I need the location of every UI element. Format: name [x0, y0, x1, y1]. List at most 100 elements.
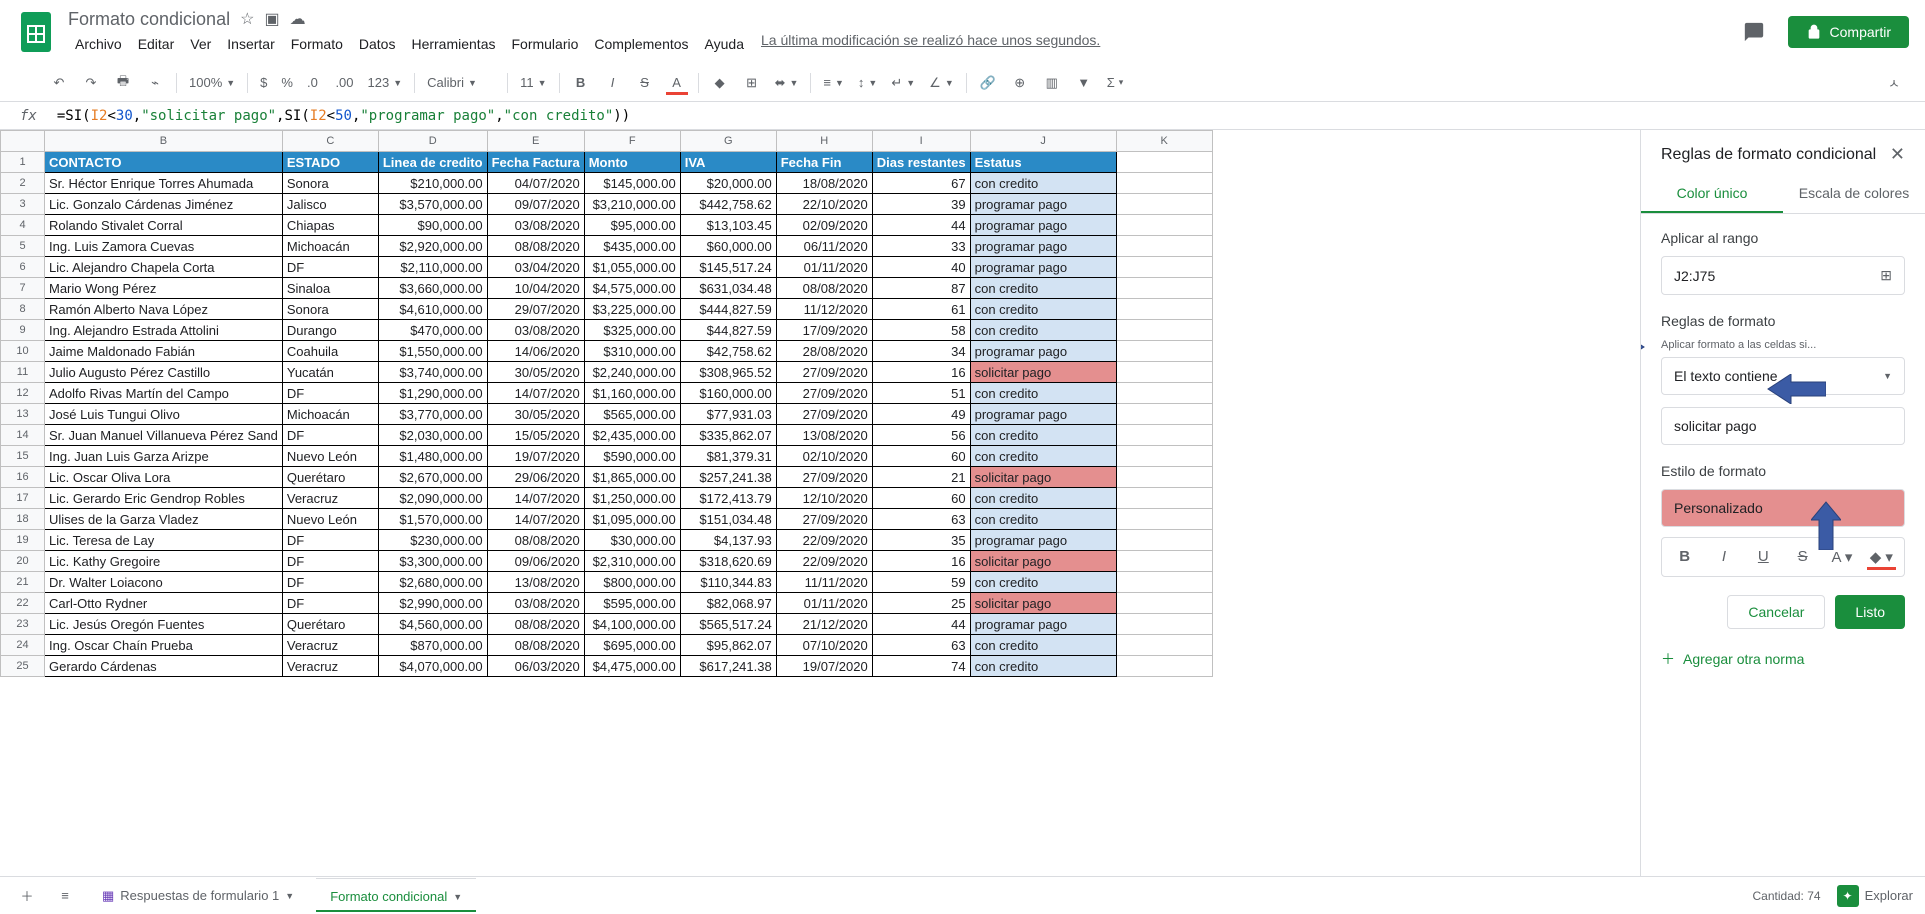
- cell[interactable]: programar pago: [970, 341, 1116, 362]
- row-header[interactable]: 6: [1, 257, 45, 278]
- font-size-select[interactable]: 11▼: [514, 75, 552, 90]
- column-header[interactable]: B: [45, 131, 283, 152]
- header-cell[interactable]: IVA: [680, 152, 776, 173]
- cell[interactable]: $44,827.59: [680, 320, 776, 341]
- cell[interactable]: 09/06/2020: [487, 551, 584, 572]
- row-header[interactable]: 25: [1, 656, 45, 677]
- cell[interactable]: [1116, 509, 1212, 530]
- cell[interactable]: [1116, 236, 1212, 257]
- cell[interactable]: $617,241.38: [680, 656, 776, 677]
- filter-icon[interactable]: ▼: [1069, 69, 1099, 97]
- cell[interactable]: 25: [872, 593, 970, 614]
- row-header[interactable]: 22: [1, 593, 45, 614]
- cell[interactable]: [1116, 488, 1212, 509]
- cell[interactable]: con credito: [970, 488, 1116, 509]
- cell[interactable]: con credito: [970, 278, 1116, 299]
- cell[interactable]: 11/12/2020: [776, 299, 872, 320]
- cell[interactable]: $318,620.69: [680, 551, 776, 572]
- row-header[interactable]: 13: [1, 404, 45, 425]
- cell[interactable]: $81,379.31: [680, 446, 776, 467]
- cell[interactable]: $2,090,000.00: [378, 488, 487, 509]
- cell[interactable]: $13,103.45: [680, 215, 776, 236]
- menu-formato[interactable]: Formato: [284, 32, 350, 56]
- cell[interactable]: Gerardo Cárdenas: [45, 656, 283, 677]
- cell[interactable]: $230,000.00: [378, 530, 487, 551]
- cell[interactable]: [1116, 467, 1212, 488]
- cell[interactable]: [1116, 425, 1212, 446]
- cell[interactable]: [1116, 593, 1212, 614]
- cell[interactable]: $335,862.07: [680, 425, 776, 446]
- cell[interactable]: $2,990,000.00: [378, 593, 487, 614]
- cell[interactable]: 14/07/2020: [487, 383, 584, 404]
- row-header[interactable]: 10: [1, 341, 45, 362]
- paint-format-icon[interactable]: ⌁: [140, 69, 170, 97]
- fill-color-button[interactable]: ◆ ▾: [1863, 542, 1900, 572]
- cell[interactable]: $3,570,000.00: [378, 194, 487, 215]
- row-header[interactable]: 12: [1, 383, 45, 404]
- cell[interactable]: $145,517.24: [680, 257, 776, 278]
- cell[interactable]: $20,000.00: [680, 173, 776, 194]
- cell[interactable]: [1116, 257, 1212, 278]
- cell[interactable]: 16: [872, 362, 970, 383]
- cell[interactable]: 27/09/2020: [776, 509, 872, 530]
- cell[interactable]: Querétaro: [282, 614, 378, 635]
- cell[interactable]: solicitar pago: [970, 467, 1116, 488]
- cell[interactable]: [1116, 341, 1212, 362]
- cell[interactable]: 44: [872, 614, 970, 635]
- cell[interactable]: 40: [872, 257, 970, 278]
- cell[interactable]: 30/05/2020: [487, 404, 584, 425]
- cell[interactable]: $590,000.00: [584, 446, 680, 467]
- cell[interactable]: $1,570,000.00: [378, 509, 487, 530]
- cell[interactable]: 01/11/2020: [776, 593, 872, 614]
- cell[interactable]: [1116, 446, 1212, 467]
- cell[interactable]: DF: [282, 572, 378, 593]
- cell[interactable]: 27/09/2020: [776, 404, 872, 425]
- add-rule-button[interactable]: ＋ Agregar otra norma: [1661, 649, 1905, 669]
- cell[interactable]: $3,225,000.00: [584, 299, 680, 320]
- cell[interactable]: 03/08/2020: [487, 593, 584, 614]
- cell[interactable]: Querétaro: [282, 467, 378, 488]
- cell[interactable]: [1116, 572, 1212, 593]
- row-header[interactable]: 23: [1, 614, 45, 635]
- cell[interactable]: 03/08/2020: [487, 215, 584, 236]
- cell[interactable]: 74: [872, 656, 970, 677]
- cell[interactable]: Lic. Teresa de Lay: [45, 530, 283, 551]
- cell[interactable]: Ing. Juan Luis Garza Arizpe: [45, 446, 283, 467]
- cell[interactable]: Ramón Alberto Nava López: [45, 299, 283, 320]
- print-icon[interactable]: 🖶: [108, 69, 138, 97]
- chevron-down-icon[interactable]: ▼: [285, 891, 294, 901]
- cell[interactable]: Ing. Oscar Chaín Prueba: [45, 635, 283, 656]
- cell[interactable]: 63: [872, 635, 970, 656]
- cell[interactable]: Michoacán: [282, 236, 378, 257]
- cell[interactable]: con credito: [970, 383, 1116, 404]
- cell[interactable]: Lic. Jesús Oregón Fuentes: [45, 614, 283, 635]
- cell[interactable]: programar pago: [970, 215, 1116, 236]
- cell[interactable]: 16: [872, 551, 970, 572]
- select-range-icon[interactable]: ⊞: [1880, 267, 1892, 284]
- merge-cells-icon[interactable]: ⬌▼: [769, 75, 805, 91]
- column-header[interactable]: F: [584, 131, 680, 152]
- cell[interactable]: con credito: [970, 320, 1116, 341]
- cell[interactable]: Dr. Walter Loiacono: [45, 572, 283, 593]
- percent-button[interactable]: %: [275, 75, 299, 90]
- chevron-down-icon[interactable]: ▼: [453, 892, 462, 902]
- undo-icon[interactable]: ↶: [44, 69, 74, 97]
- borders-icon[interactable]: ⊞: [737, 69, 767, 97]
- cell[interactable]: $95,862.07: [680, 635, 776, 656]
- header-cell[interactable]: Dias restantes: [872, 152, 970, 173]
- cell[interactable]: $325,000.00: [584, 320, 680, 341]
- insert-chart-icon[interactable]: ▥: [1037, 69, 1067, 97]
- cell[interactable]: $3,660,000.00: [378, 278, 487, 299]
- cell[interactable]: Chiapas: [282, 215, 378, 236]
- done-button[interactable]: Listo: [1835, 595, 1905, 629]
- cell[interactable]: $4,475,000.00: [584, 656, 680, 677]
- column-header[interactable]: J: [970, 131, 1116, 152]
- font-select[interactable]: Calibri▼: [421, 75, 501, 90]
- close-icon[interactable]: ✕: [1890, 144, 1905, 165]
- cell[interactable]: 08/08/2020: [487, 236, 584, 257]
- cell[interactable]: $30,000.00: [584, 530, 680, 551]
- menu-complementos[interactable]: Complementos: [587, 32, 695, 56]
- strikethrough-icon[interactable]: S: [630, 69, 660, 97]
- row-header[interactable]: 2: [1, 173, 45, 194]
- row-header[interactable]: 5: [1, 236, 45, 257]
